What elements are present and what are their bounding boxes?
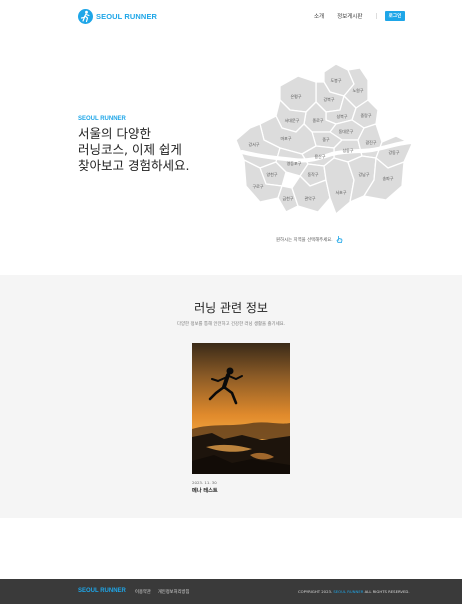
nav-board-link[interactable]: 정보게시판 bbox=[337, 12, 362, 20]
map-hint: 원하시는 지역을 선택해주세요. bbox=[276, 235, 343, 245]
district-label: 성동구 bbox=[342, 147, 353, 153]
login-button[interactable]: 로그인 bbox=[385, 11, 405, 21]
district-label: 송파구 bbox=[382, 175, 393, 181]
district-label: 동작구 bbox=[307, 171, 318, 177]
privacy-link[interactable]: 개인정보처리방침 bbox=[158, 589, 190, 595]
footer-logo[interactable]: SEOUL RUNNER bbox=[78, 588, 126, 594]
copyright: COPYRIGHT 2023. SEOUL RUNNER ALL RIGHTS … bbox=[298, 589, 410, 594]
site-logo[interactable]: SEOUL RUNNER bbox=[78, 9, 157, 24]
map-hint-text: 원하시는 지역을 선택해주세요. bbox=[276, 238, 333, 243]
hero-title: 서울의 다양한 러닝코스, 이제 쉽게 찾아보고 경험하세요. bbox=[78, 126, 208, 174]
district-label: 강동구 bbox=[388, 149, 399, 155]
running-info-section: 러닝 관련 정보 다양한 정보를 통해 안전하고 건강한 러닝 생활을 즐기세요… bbox=[0, 275, 462, 518]
main-nav: 소개 정보게시판 bbox=[314, 12, 389, 20]
district-label: 중랑구 bbox=[360, 112, 371, 118]
district-label: 광진구 bbox=[365, 139, 376, 145]
footer-links: 이용약관 개인정보처리방침 bbox=[135, 589, 196, 595]
copyright-brand: SEOUL RUNNER bbox=[333, 589, 364, 594]
district-label: 강북구 bbox=[323, 96, 334, 102]
district-label: 서초구 bbox=[335, 189, 346, 195]
hero-title-line: 찾아보고 경험하세요. bbox=[78, 158, 190, 173]
district-label: 영등포구 bbox=[287, 160, 302, 166]
card-thumbnail[interactable] bbox=[192, 343, 290, 474]
nav-divider bbox=[376, 13, 378, 19]
info-card[interactable]: 2023. 11. 30 메나 테스트 bbox=[192, 343, 290, 494]
seoul-district-map: 도봉구 노원구 강북구 은평구 성북구 중랑구 종로구 서대문구 동대문구 중구… bbox=[236, 63, 416, 215]
district-label: 성북구 bbox=[336, 113, 347, 119]
section-title: 러닝 관련 정보 bbox=[194, 301, 268, 315]
district-label: 종로구 bbox=[312, 118, 323, 123]
card-date: 2023. 11. 30 bbox=[192, 480, 217, 485]
district-label: 도봉구 bbox=[330, 77, 341, 83]
district-label: 양천구 bbox=[266, 171, 277, 177]
copyright-prefix: COPYRIGHT 2023. bbox=[298, 589, 333, 594]
district-label: 노원구 bbox=[352, 87, 363, 93]
district-label: 용산구 bbox=[314, 153, 325, 159]
district-label: 구로구 bbox=[252, 184, 263, 189]
district-label: 은평구 bbox=[290, 93, 301, 99]
runner-logo-icon bbox=[78, 9, 93, 24]
copyright-suffix: ALL RIGHTS RESERVED. bbox=[364, 589, 410, 594]
district-label: 마포구 bbox=[280, 135, 291, 141]
card-title[interactable]: 메나 테스트 bbox=[192, 487, 290, 494]
logo-text: SEOUL RUNNER bbox=[96, 12, 158, 21]
section-subtitle: 다양한 정보를 통해 안전하고 건강한 러닝 생활을 즐기세요. bbox=[176, 322, 286, 327]
district-label: 강서구 bbox=[248, 141, 259, 147]
nav-intro-link[interactable]: 소개 bbox=[314, 12, 324, 20]
district-label: 강남구 bbox=[358, 171, 369, 177]
district-label: 관악구 bbox=[304, 195, 315, 201]
district-label: 금천구 bbox=[282, 195, 293, 201]
district-label: 동대문구 bbox=[339, 128, 354, 134]
hero-title-line: 러닝코스, 이제 쉽게 bbox=[78, 142, 182, 157]
hero-title-line: 서울의 다양한 bbox=[78, 126, 151, 141]
terms-link[interactable]: 이용약관 bbox=[135, 589, 151, 595]
district-label: 서대문구 bbox=[285, 117, 300, 123]
site-header: SEOUL RUNNER 소개 정보게시판 로그인 bbox=[0, 0, 462, 34]
hero-brand: SEOUL RUNNER bbox=[78, 116, 126, 122]
site-footer: SEOUL RUNNER 이용약관 개인정보처리방침 COPYRIGHT 202… bbox=[0, 579, 462, 604]
pointer-hand-icon bbox=[336, 235, 343, 245]
district-label: 중구 bbox=[322, 137, 330, 142]
